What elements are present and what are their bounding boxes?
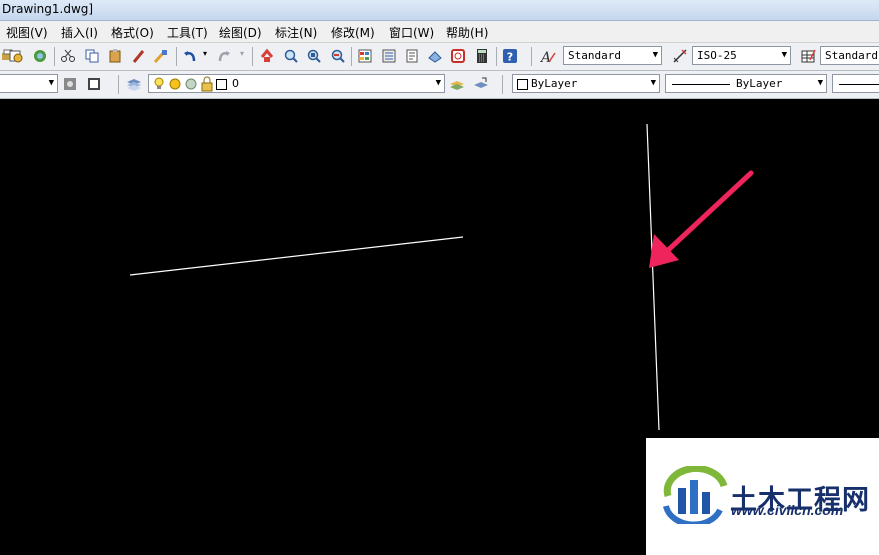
drawn-line-horizontal[interactable] [129,236,464,276]
site-logo-icon [663,466,728,524]
pointer-arrow-icon [649,170,754,268]
drawn-line-vertical[interactable] [646,123,660,431]
watermark-url: www.civilcn.com [731,502,844,518]
